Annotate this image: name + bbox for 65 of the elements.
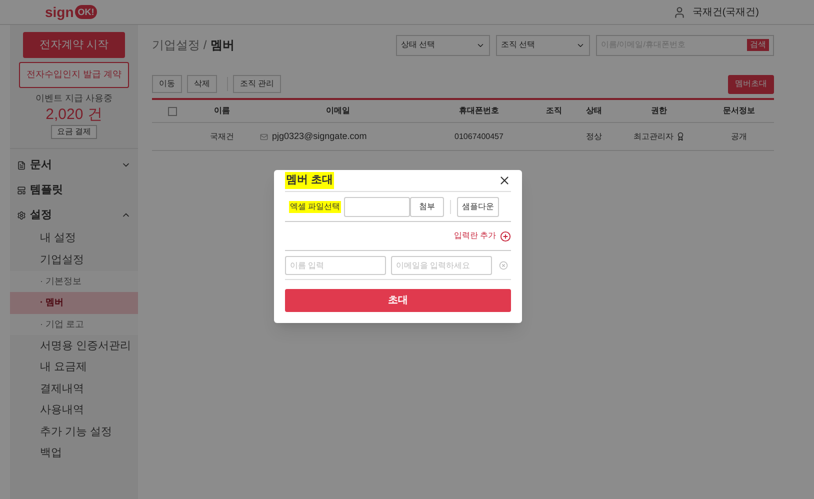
sidebar-item[interactable]: 결제내역 <box>10 378 138 400</box>
close-icon[interactable] <box>498 174 511 187</box>
breadcrumb-parent[interactable]: 기업설정 / <box>152 36 207 54</box>
invite-button[interactable]: 초대 <box>285 289 511 312</box>
start-contract-button[interactable]: 전자계약 시작 <box>23 32 125 58</box>
user-name[interactable]: 국재건(국재건) <box>692 4 759 20</box>
column-header: 이메일 <box>325 105 351 117</box>
add-input-row-link[interactable]: 입력란 추가 <box>454 230 511 242</box>
usage-label: 이벤트 지급 사용중 <box>35 92 112 105</box>
email-input-field[interactable]: 이메일을 입력하세요 <box>391 256 492 274</box>
attach-button[interactable]: 첨부 <box>410 196 444 216</box>
breadcrumb-current: 멤버 <box>210 37 235 54</box>
sidebar-section[interactable]: 템플릿 <box>10 178 138 202</box>
table-cell-text: 공개 <box>730 130 748 142</box>
dialog-title: 멤버 초대 <box>285 172 334 189</box>
table-cell: 최고관리자 <box>634 130 674 142</box>
section-icon <box>17 160 26 170</box>
sidebar-item[interactable]: 내 설정 <box>10 228 138 249</box>
name-input-field[interactable]: 이름 입력 <box>285 256 386 274</box>
select-all-checkbox[interactable] <box>168 106 176 116</box>
invite-member-button[interactable]: 멤버초대 <box>728 74 774 94</box>
sidebar-item[interactable]: 백업 <box>10 442 138 464</box>
section-label: 설정 <box>30 208 53 223</box>
column-header: 조직 <box>545 105 563 117</box>
mail-icon <box>260 132 268 140</box>
stamp-contract-button[interactable]: 전자수입인지 발급 계약 <box>19 62 129 88</box>
section-icon <box>17 186 26 194</box>
file-input-field[interactable] <box>344 196 410 216</box>
toolbar-button[interactable]: 이동 <box>152 75 182 93</box>
sidebar-section[interactable]: 문서 <box>10 152 138 178</box>
table-cell-text: 01067400457 <box>454 130 504 142</box>
section-label: 문서 <box>30 158 53 173</box>
sidebar-item[interactable]: 서명용 인증서관리 <box>10 335 138 356</box>
filter-select[interactable]: 상태 선택 <box>396 34 490 56</box>
excel-file-label: 엑셀 파일선택 <box>289 200 342 212</box>
pay-button[interactable]: 요금 결제 <box>50 124 98 138</box>
column-header: 이름 <box>213 105 231 117</box>
search-button[interactable]: 검색 <box>747 39 769 51</box>
table-cell-text: 정상 <box>585 130 603 142</box>
table-cell-text: pjg0323@signgate.com <box>272 130 367 143</box>
logo[interactable]: sign OK! <box>45 2 98 22</box>
sidebar-subitem[interactable]: · 기업 로고 <box>10 314 138 335</box>
section-icon <box>17 210 26 220</box>
sidebar-section[interactable]: 설정 <box>10 202 138 228</box>
sidebar-subitem[interactable]: · 기본정보 <box>10 270 138 292</box>
sidebar-item[interactable]: 기업설정 <box>10 249 138 270</box>
sample-download-button[interactable]: 샘플다운 <box>457 196 500 216</box>
toolbar-button[interactable]: 삭제 <box>187 75 217 93</box>
column-header: 휴대폰번호 <box>458 105 500 117</box>
sidebar-item[interactable]: 내 요금제 <box>10 356 138 378</box>
column-header: 권한 <box>650 105 668 117</box>
table-cell-text: 국재건 <box>209 130 235 142</box>
sidebar-subitem[interactable]: · 멤버 <box>10 292 138 314</box>
plus-circle-icon <box>500 230 511 242</box>
filter-select[interactable]: 조직 선택 <box>496 34 590 56</box>
section-label: 템플릿 <box>30 182 64 198</box>
column-header: 상태 <box>585 105 603 117</box>
medal-icon <box>676 132 684 141</box>
column-header: 문서정보 <box>722 105 756 117</box>
user-avatar-icon <box>673 6 686 18</box>
sidebar-item[interactable]: 사용내역 <box>10 400 138 421</box>
usage-count: 2,020 건 <box>46 106 102 124</box>
toolbar-button[interactable]: 조직 관리 <box>233 75 282 93</box>
remove-row-icon[interactable] <box>499 260 508 270</box>
sidebar-item[interactable]: 추가 기능 설정 <box>10 421 138 442</box>
